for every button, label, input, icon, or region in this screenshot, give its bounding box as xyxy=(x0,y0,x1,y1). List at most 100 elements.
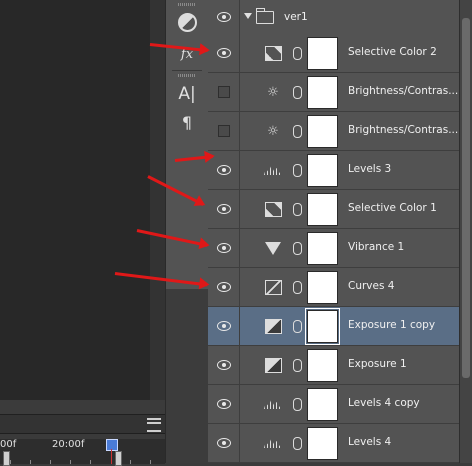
layer-row[interactable]: Exposure 1 copy xyxy=(208,307,459,346)
layer-name: Selective Color 1 xyxy=(348,202,437,214)
adjustments-icon[interactable] xyxy=(175,10,199,34)
eye-icon xyxy=(216,204,231,214)
expand-triangle-icon[interactable] xyxy=(244,13,252,19)
dock-divider xyxy=(172,70,202,71)
group-name: ver1 xyxy=(284,11,308,23)
visibility-toggle[interactable] xyxy=(208,385,240,423)
eye-icon xyxy=(216,438,231,448)
layer-name: Levels 4 copy xyxy=(348,397,420,409)
paragraph-icon[interactable]: ¶ xyxy=(175,110,199,134)
playhead-icon[interactable] xyxy=(106,439,118,451)
layer-mask-thumbnail[interactable] xyxy=(307,115,338,148)
layer-name: Brightness/Contras... xyxy=(348,124,459,136)
visibility-toggle[interactable] xyxy=(208,229,240,267)
timeline-header xyxy=(0,415,165,434)
chain-link-icon[interactable] xyxy=(293,320,302,333)
layer-row[interactable]: Selective Color 2 xyxy=(208,34,459,73)
layer-mask-thumbnail[interactable] xyxy=(307,271,338,304)
visibility-toggle[interactable] xyxy=(208,346,240,384)
vibrance-icon xyxy=(264,240,282,256)
visibility-toggle[interactable] xyxy=(208,268,240,306)
layer-row[interactable]: ☼ Brightness/Contras... xyxy=(208,112,459,151)
document-canvas[interactable] xyxy=(0,0,165,400)
visibility-toggle[interactable] xyxy=(208,0,240,34)
visibility-toggle[interactable] xyxy=(208,34,240,72)
layer-row[interactable]: Curves 4 xyxy=(208,268,459,307)
layer-mask-thumbnail[interactable] xyxy=(307,37,338,70)
levels-icon xyxy=(264,396,282,412)
layer-name: Brightness/Contras... xyxy=(348,85,459,97)
curves-icon xyxy=(264,279,282,295)
chain-link-icon[interactable] xyxy=(293,164,302,177)
layer-mask-thumbnail[interactable] xyxy=(307,76,338,109)
chain-link-icon[interactable] xyxy=(293,203,302,216)
chain-link-icon[interactable] xyxy=(293,281,302,294)
selective-color-icon xyxy=(264,201,282,217)
eye-icon xyxy=(216,165,231,175)
exposure-icon xyxy=(264,318,282,334)
exposure-icon xyxy=(264,357,282,373)
visibility-toggle[interactable] xyxy=(208,190,240,228)
brightness-icon: ☼ xyxy=(267,84,279,100)
dock-grip[interactable] xyxy=(178,74,196,77)
layer-mask-thumbnail[interactable] xyxy=(307,349,338,382)
eye-icon xyxy=(216,12,231,22)
canvas-pasteboard xyxy=(150,0,165,400)
chain-link-icon[interactable] xyxy=(293,86,302,99)
selective-color-icon xyxy=(264,45,282,61)
eye-icon xyxy=(216,360,231,370)
chain-link-icon[interactable] xyxy=(293,125,302,138)
layer-mask-thumbnail[interactable] xyxy=(307,427,338,460)
layers-panel: ver1 Selective Color 2 ☼ Brightness/Contra… xyxy=(208,0,459,463)
layer-row[interactable]: Levels 3 xyxy=(208,151,459,190)
layers-scrollbar[interactable] xyxy=(459,0,472,463)
layer-row[interactable]: Vibrance 1 xyxy=(208,229,459,268)
panel-menu-icon[interactable] xyxy=(147,418,161,432)
layer-mask-thumbnail[interactable] xyxy=(307,154,338,187)
layer-name: Vibrance 1 xyxy=(348,241,405,253)
layer-row[interactable]: Selective Color 1 xyxy=(208,190,459,229)
character-icon[interactable]: A| xyxy=(175,82,199,106)
timeline-tick-label: 20:00f xyxy=(52,439,85,450)
eye-icon xyxy=(216,321,231,331)
layer-mask-thumbnail[interactable] xyxy=(307,388,338,421)
eye-icon xyxy=(216,399,231,409)
eye-icon xyxy=(216,282,231,292)
brightness-icon: ☼ xyxy=(267,123,279,139)
chain-link-icon[interactable] xyxy=(293,242,302,255)
layer-name: Curves 4 xyxy=(348,280,395,292)
layer-row[interactable]: Exposure 1 xyxy=(208,346,459,385)
chain-link-icon[interactable] xyxy=(293,437,302,450)
eye-icon xyxy=(216,243,231,253)
work-area-start-handle[interactable] xyxy=(3,451,10,466)
layer-group-row[interactable]: ver1 xyxy=(208,0,459,35)
layer-mask-thumbnail[interactable] xyxy=(307,193,338,226)
visibility-toggle[interactable] xyxy=(208,424,240,462)
layer-name: Exposure 1 copy xyxy=(348,319,436,331)
panel-dock: fx A| ¶ xyxy=(165,0,209,463)
scrollbar-thumb[interactable] xyxy=(462,18,470,378)
levels-icon xyxy=(264,435,282,451)
chain-link-icon[interactable] xyxy=(293,398,302,411)
layer-row[interactable]: Levels 4 copy xyxy=(208,385,459,424)
chain-link-icon[interactable] xyxy=(293,359,302,372)
playhead-line xyxy=(111,449,112,464)
dock-empty-area xyxy=(166,289,208,463)
dock-grip[interactable] xyxy=(178,3,196,6)
eye-icon xyxy=(216,48,231,58)
timeline-ruler[interactable]: 00f 20:00f xyxy=(0,439,165,466)
layer-row[interactable]: ☼ Brightness/Contras... xyxy=(208,73,459,112)
layer-name: Exposure 1 xyxy=(348,358,407,370)
visibility-toggle[interactable] xyxy=(208,307,240,345)
visibility-toggle[interactable] xyxy=(208,112,240,150)
timeline-panel: 00f 20:00f xyxy=(0,414,165,466)
timeline-ticks xyxy=(0,453,165,464)
chain-link-icon[interactable] xyxy=(293,47,302,60)
visibility-toggle[interactable] xyxy=(208,73,240,111)
layer-row[interactable]: Levels 4 xyxy=(208,424,459,463)
work-area-end-handle[interactable] xyxy=(115,451,122,466)
layer-mask-thumbnail[interactable] xyxy=(305,308,340,345)
layer-mask-thumbnail[interactable] xyxy=(307,232,338,265)
hidden-box-icon xyxy=(217,86,230,98)
layer-name: Levels 4 xyxy=(348,436,392,448)
